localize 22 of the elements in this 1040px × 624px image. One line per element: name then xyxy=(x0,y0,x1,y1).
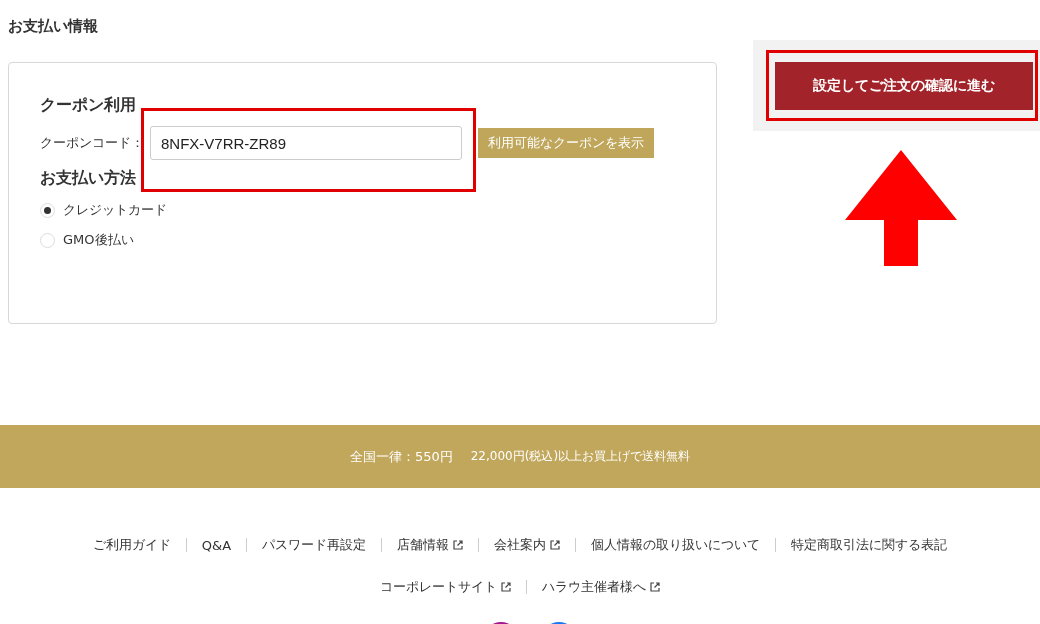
free-shipping-text: 22,000円(税込)以上お買上げで送料無料 xyxy=(470,448,691,465)
up-arrow-icon xyxy=(845,150,957,266)
coupon-heading: クーポン利用 xyxy=(40,95,137,116)
coupon-code-field[interactable]: 8NFX-V7RR-ZR89 xyxy=(150,126,462,160)
radio-button[interactable] xyxy=(40,202,55,218)
section-title: お支払い情報 xyxy=(8,17,99,37)
confirm-order-button[interactable]: 設定してご注文の確認に進む xyxy=(775,61,1033,110)
footer-link[interactable]: Q&A xyxy=(201,537,232,553)
flat-rate-text: 全国一律：550円 xyxy=(349,447,453,466)
footer-link[interactable]: 特定商取引法に関する表記 xyxy=(791,536,948,554)
footer-link[interactable]: コーポレートサイト xyxy=(380,578,511,596)
footer-link[interactable]: 会社案内 xyxy=(494,536,561,554)
footer-link[interactable]: ハラウ主催者様へ xyxy=(542,578,660,596)
payment-option-label[interactable]: クレジットカード xyxy=(63,201,167,219)
payment-option-label[interactable]: GMO後払い xyxy=(63,231,134,249)
footer-link[interactable]: ご利用ガイド xyxy=(92,536,171,554)
payment-method-heading: お支払い方法 xyxy=(40,168,137,189)
radio-button[interactable] xyxy=(40,232,55,248)
coupon-code-label: クーポンコード： xyxy=(40,134,144,152)
footer-link[interactable]: パスワード再設定 xyxy=(262,536,367,554)
footer-link[interactable]: 店舗情報 xyxy=(397,536,464,554)
footer-link[interactable]: 個人情報の取り扱いについて xyxy=(591,536,761,554)
